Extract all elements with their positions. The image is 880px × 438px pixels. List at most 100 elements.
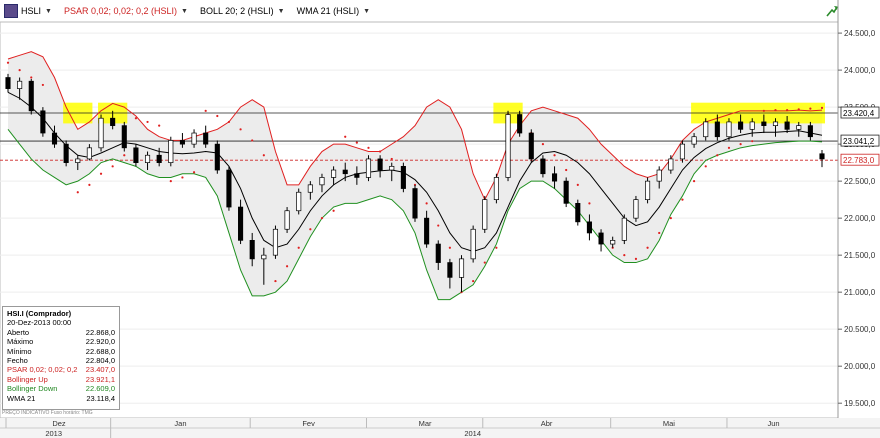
psar-dot: [379, 150, 382, 153]
candle-body: [121, 125, 127, 149]
trend-arrow-icon[interactable]: [826, 5, 838, 17]
psar-dot: [285, 265, 289, 268]
candle-body: [424, 217, 430, 245]
candle-body: [586, 221, 592, 234]
psar-dot: [204, 109, 207, 112]
info-rows: Aberto 22.868,0 Máximo 22.920,0 Mínimo 22.688…: [7, 328, 115, 403]
candle-body: [633, 199, 639, 219]
psar-selector[interactable]: PSAR 0,02; 0,02; 0,2 (HSLI) ▼: [64, 6, 188, 16]
candle-body: [761, 121, 767, 126]
psar-dot: [123, 154, 126, 157]
psar-dot: [692, 180, 696, 183]
dropdown-arrow-icon[interactable]: ▼: [45, 8, 52, 15]
dropdown-arrow-icon[interactable]: ▼: [278, 8, 285, 15]
chart-toolbar: HSLI ▼ PSAR 0,02; 0,02; 0,2 (HSLI) ▼ BOLL …: [0, 0, 836, 22]
month-label: Mar: [419, 419, 432, 428]
candle-body: [772, 121, 779, 126]
psar-dot: [134, 117, 138, 120]
info-row: Mínimo 22.688,0: [7, 347, 115, 356]
psar-dot: [169, 180, 172, 183]
y-tick-label: 21.000,0: [844, 288, 876, 297]
candle-body: [144, 154, 151, 163]
month-label: Abr: [541, 419, 553, 428]
psar-dot: [634, 257, 638, 260]
info-row-label: WMA 21: [7, 393, 36, 403]
candle-body: [86, 147, 92, 160]
candle-body: [354, 173, 360, 178]
candle-body: [458, 258, 465, 278]
symbol-selector[interactable]: HSLI ▼: [21, 6, 52, 16]
psar-dot: [158, 124, 161, 127]
info-row: Máximo 22.920,0: [7, 337, 115, 346]
psar-dot: [76, 191, 79, 194]
psar-dot: [320, 217, 324, 220]
dropdown-arrow-icon[interactable]: ▼: [363, 8, 370, 15]
psar-dot: [262, 154, 265, 157]
price-chart[interactable]: 24.500,024.000,023.500,023.000,022.500,0…: [0, 0, 880, 438]
info-row: Fecho 22.804,0: [7, 356, 115, 365]
candle-body: [528, 132, 534, 160]
dropdown-arrow-icon[interactable]: ▼: [181, 8, 188, 15]
wma-selector[interactable]: WMA 21 (HSLI) ▼: [297, 6, 370, 16]
info-row-value: 23.407,0: [85, 365, 115, 375]
candle-body: [110, 117, 116, 126]
level-label: 23.420,4: [843, 109, 875, 118]
candle-body: [796, 125, 802, 130]
psar-dot: [786, 108, 789, 112]
psar-dot: [588, 202, 591, 205]
candle-body: [738, 121, 744, 130]
candle-body: [563, 180, 569, 204]
candle-body: [575, 202, 581, 223]
psar-dot: [646, 246, 649, 249]
psar-dot: [297, 246, 300, 249]
candle-body: [435, 243, 441, 263]
y-tick-label: 19.500,0: [844, 399, 876, 408]
wma-label: WMA 21 (HSLI): [296, 6, 360, 16]
candle-body: [238, 206, 244, 241]
psar-dot: [41, 83, 44, 87]
candle-body: [598, 232, 604, 245]
psar-dot: [658, 231, 661, 235]
info-row: WMA 21 23.118,4: [7, 394, 115, 403]
candle-body: [214, 143, 220, 171]
candle-body: [784, 121, 790, 130]
chart-type-icon[interactable]: [4, 4, 18, 18]
psar-dot: [367, 146, 370, 149]
psar-dot: [483, 261, 486, 264]
candle-body: [656, 169, 662, 182]
psar-dot: [344, 135, 347, 138]
info-row-label: Bollinger Up: [7, 374, 48, 384]
psar-dot: [390, 157, 393, 161]
y-axis: 24.500,024.000,023.500,023.000,022.500,0…: [837, 0, 880, 418]
candle-body: [505, 114, 511, 178]
candle-body: [482, 199, 488, 230]
psar-dot: [448, 246, 451, 249]
candle-body: [540, 158, 546, 175]
candle-body: [98, 117, 104, 149]
psar-dot: [623, 254, 626, 257]
candle-body: [40, 110, 46, 134]
psar-dot: [146, 120, 149, 124]
boll-label: BOLL 20; 2 (HSLI): [199, 6, 274, 16]
info-row-value: 22.804,0: [85, 356, 115, 366]
candle-body: [726, 121, 732, 138]
psar-dot: [541, 143, 545, 146]
psar-dot: [669, 217, 672, 220]
psar-dot: [18, 69, 21, 72]
candle-body: [226, 169, 232, 208]
candle-body: [517, 114, 523, 134]
candle-body: [447, 262, 453, 278]
candle-body: [807, 125, 813, 138]
info-row-value: 22.688,0: [85, 346, 115, 356]
boll-selector[interactable]: BOLL 20; 2 (HSLI) ▼: [200, 6, 285, 16]
info-row-value: 22.868,0: [85, 327, 115, 337]
candle-body: [179, 140, 185, 145]
psar-dot: [681, 198, 684, 201]
info-row-value: 22.920,0: [85, 337, 115, 347]
month-label: Jan: [174, 419, 186, 428]
info-row-value: 23.118,4: [86, 393, 115, 403]
candle-body: [551, 173, 558, 182]
psar-dot: [809, 107, 812, 110]
psar-dot: [739, 143, 742, 146]
info-row-label: Máximo: [7, 337, 34, 347]
